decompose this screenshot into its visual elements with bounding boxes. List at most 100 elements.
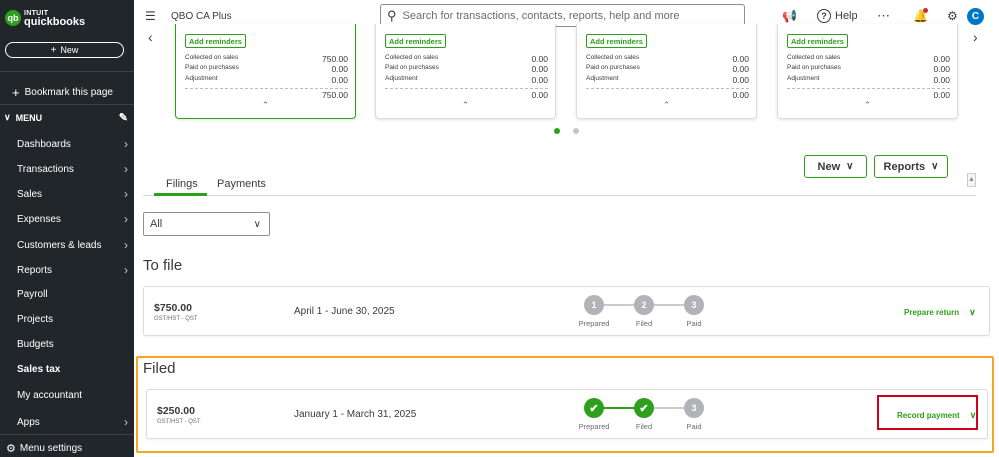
filing-period: January 1 - March 31, 2025: [294, 409, 417, 420]
carousel-dot[interactable]: [573, 128, 579, 134]
sidebar-item-sales-tax[interactable]: Sales tax: [17, 364, 128, 375]
adjustment-label: Adjustment: [185, 75, 218, 82]
megaphone-icon[interactable]: 📢: [782, 9, 797, 23]
chevron-down-icon[interactable]: ∨: [969, 307, 976, 318]
tab-payments[interactable]: Payments: [217, 178, 266, 190]
adjustment-value: 0.00: [732, 75, 749, 85]
tax-period-card[interactable]: Add reminders Collected on sales 750.00 P…: [175, 24, 356, 119]
tab-filings[interactable]: Filings: [166, 178, 198, 190]
filing-row-filed[interactable]: $250.00 GST/HST - QST January 1 - March …: [146, 389, 988, 439]
collected-label: Collected on sales: [385, 54, 439, 61]
sidebar-item-customers-leads[interactable]: Customers & leads ›: [17, 238, 128, 252]
tax-period-card[interactable]: Add reminders Collected on sales 0.00 Pai…: [576, 24, 757, 119]
step-prepared-label: Prepared: [578, 422, 610, 431]
sidebar-item-label: Sales: [17, 188, 43, 200]
adjustment-label: Adjustment: [787, 75, 820, 82]
hamburger-menu-icon[interactable]: ☰: [145, 9, 156, 23]
card-divider: [385, 88, 548, 89]
paid-value: 0.00: [331, 64, 348, 74]
carousel-dot[interactable]: [554, 128, 560, 134]
filter-select[interactable]: All ∨: [143, 212, 270, 236]
chevron-down-icon: ∨: [253, 218, 261, 230]
sidebar-item-apps[interactable]: Apps ›: [17, 415, 128, 429]
step-prepared-icon: 1: [584, 295, 604, 315]
chevron-right-icon: ›: [124, 212, 128, 226]
card-total: 0.00: [933, 90, 950, 100]
paid-label: Paid on purchases: [385, 64, 439, 71]
paid-value: 0.00: [732, 64, 749, 74]
chevron-up-icon[interactable]: ⌃: [262, 100, 270, 111]
filter-selected-value: All: [150, 218, 163, 230]
sidebar-item-reports[interactable]: Reports ›: [17, 263, 128, 277]
sidebar-item-label: Reports: [17, 264, 53, 276]
sidebar-item-my-accountant[interactable]: My accountant: [17, 390, 128, 401]
adjustment-label: Adjustment: [586, 75, 619, 82]
adjustment-value: 0.00: [531, 75, 548, 85]
carousel-next-icon[interactable]: ›: [973, 29, 978, 45]
chevron-down-icon: ∨: [4, 112, 11, 122]
tax-period-card[interactable]: Add reminders Collected on sales 0.00 Pai…: [777, 24, 958, 119]
adjustment-label: Adjustment: [385, 75, 418, 82]
step-filed-label: Filed: [635, 319, 653, 328]
chevron-up-icon[interactable]: ⌃: [663, 100, 671, 111]
apps-grid-icon[interactable]: ⋯: [877, 8, 890, 24]
avatar[interactable]: C: [967, 8, 984, 25]
card-divider: [787, 88, 950, 89]
chevron-up-icon[interactable]: ⌃: [864, 100, 872, 111]
quickbooks-logo-icon: qb: [5, 10, 21, 26]
add-reminders-button[interactable]: Add reminders: [185, 34, 246, 48]
settings-gear-icon[interactable]: ⚙: [947, 9, 958, 23]
logo-quickbooks-text: quickbooks: [24, 16, 86, 28]
sidebar-item-budgets[interactable]: Budgets: [17, 339, 128, 350]
menu-settings-button[interactable]: ⚙ Menu settings: [6, 442, 82, 455]
search-input[interactable]: [402, 9, 723, 22]
help-label: Help: [835, 10, 858, 22]
tax-period-card[interactable]: Add reminders Collected on sales 0.00 Pai…: [375, 24, 556, 119]
sidebar-item-sales[interactable]: Sales ›: [17, 187, 128, 201]
adjustment-value: 0.00: [331, 75, 348, 85]
step-paid-label: Paid: [686, 422, 702, 431]
add-reminders-button[interactable]: Add reminders: [586, 34, 647, 48]
filings-tabs: Filings Payments: [143, 175, 976, 196]
paid-value: 0.00: [933, 64, 950, 74]
active-tab-indicator: [154, 193, 207, 196]
chevron-up-icon[interactable]: ⌃: [462, 100, 470, 111]
bookmark-label: Bookmark this page: [24, 87, 113, 98]
sidebar-new-button[interactable]: + New: [5, 42, 124, 58]
chevron-right-icon: ›: [124, 415, 128, 429]
carousel-prev-icon[interactable]: ‹: [148, 29, 153, 45]
sidebar-item-expenses[interactable]: Expenses ›: [17, 212, 128, 226]
menu-header[interactable]: ∨ MENU ✎: [4, 111, 128, 124]
help-icon: ?: [817, 9, 831, 23]
filing-row-to-file[interactable]: $750.00 GST/HST - QST April 1 - June 30,…: [143, 286, 990, 336]
sidebar-item-label: Apps: [17, 416, 40, 428]
sidebar-item-projects[interactable]: Projects: [17, 314, 128, 325]
paid-label: Paid on purchases: [586, 64, 640, 71]
bookmark-page-button[interactable]: + Bookmark this page: [12, 85, 113, 100]
collected-value: 0.00: [732, 54, 749, 64]
menu-settings-label: Menu settings: [19, 443, 83, 454]
sidebar-new-label: New: [60, 45, 79, 55]
sidebar-divider: [0, 71, 134, 72]
card-divider: [185, 88, 348, 89]
step-paid-label: Paid: [686, 319, 702, 328]
pencil-icon[interactable]: ✎: [119, 111, 128, 124]
quickbooks-logo[interactable]: qb INTUIT quickbooks: [5, 9, 86, 28]
collected-value: 0.00: [933, 54, 950, 64]
add-reminders-button[interactable]: Add reminders: [787, 34, 848, 48]
filing-progress-steps: 1 2 3 Prepared Filed Paid: [574, 294, 714, 330]
chevron-right-icon: ›: [124, 238, 128, 252]
sidebar-item-label: Budgets: [17, 339, 54, 350]
sidebar-item-payroll[interactable]: Payroll: [17, 289, 128, 300]
collected-value: 750.00: [322, 54, 348, 64]
prepare-return-button[interactable]: Prepare return ∨: [904, 307, 976, 318]
sidebar-item-dashboards[interactable]: Dashboards ›: [17, 137, 128, 151]
paid-label: Paid on purchases: [185, 64, 239, 71]
help-button[interactable]: ? Help: [817, 9, 858, 23]
plus-icon: +: [50, 44, 57, 56]
add-reminders-button[interactable]: Add reminders: [385, 34, 446, 48]
sidebar-item-transactions[interactable]: Transactions ›: [17, 162, 128, 176]
reports-button-label: Reports: [883, 160, 926, 173]
step-prepared-label: Prepared: [578, 319, 610, 328]
card-total: 0.00: [531, 90, 548, 100]
